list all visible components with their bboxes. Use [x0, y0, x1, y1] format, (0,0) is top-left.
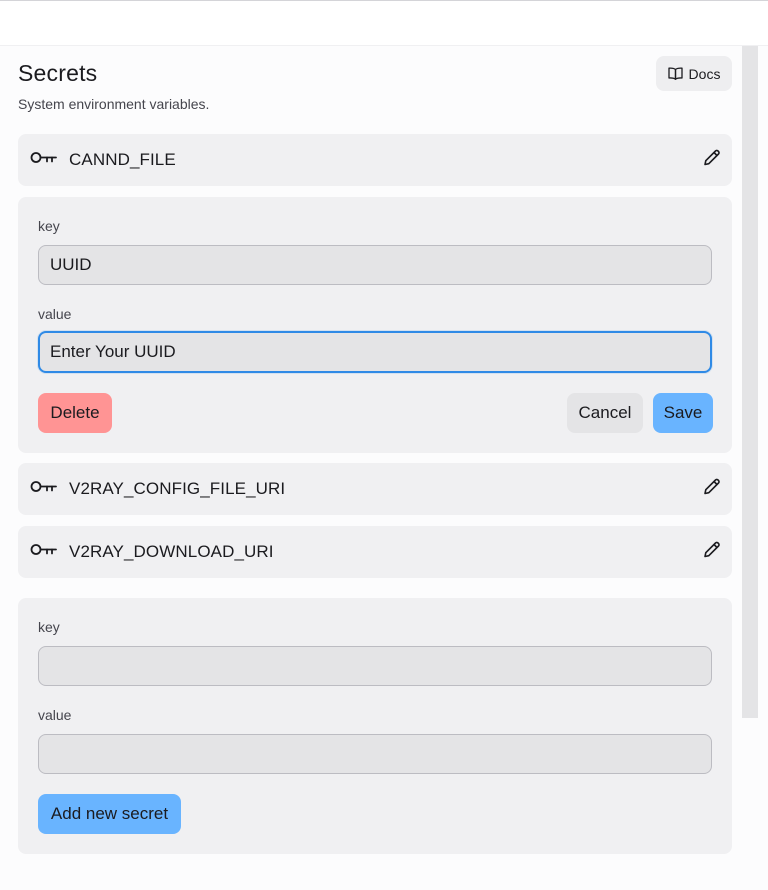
pencil-icon[interactable] [702, 477, 722, 502]
page-title: Secrets [18, 60, 98, 86]
secret-row[interactable]: V2RAY_CONFIG_FILE_URI [18, 463, 732, 515]
delete-button[interactable]: Delete [38, 393, 112, 433]
key-icon [30, 543, 58, 562]
value-input[interactable] [38, 331, 712, 373]
new-value-input[interactable] [38, 734, 712, 774]
top-bar [0, 0, 768, 46]
pencil-icon[interactable] [702, 540, 722, 565]
book-open-icon [667, 67, 683, 80]
new-key-label: key [38, 619, 60, 635]
save-button[interactable]: Save [653, 393, 713, 433]
value-label: value [38, 306, 72, 322]
add-secret-button[interactable]: Add new secret [38, 794, 181, 834]
secret-name: CANND_FILE [69, 150, 176, 169]
key-label: key [38, 218, 60, 234]
new-key-input[interactable] [38, 646, 712, 686]
new-value-label: value [38, 707, 72, 723]
key-icon [30, 151, 58, 170]
key-icon [30, 480, 58, 499]
edit-secret-form: key value Delete Cancel Save [18, 197, 732, 453]
pencil-icon[interactable] [702, 148, 722, 173]
docs-button[interactable]: Docs [656, 56, 732, 91]
secret-name: V2RAY_DOWNLOAD_URI [69, 542, 274, 561]
docs-label: Docs [688, 65, 721, 82]
page-subtitle: System environment variables. [18, 96, 210, 112]
secret-row[interactable]: V2RAY_DOWNLOAD_URI [18, 526, 732, 578]
secret-name: V2RAY_CONFIG_FILE_URI [69, 479, 286, 498]
key-input[interactable] [38, 245, 712, 285]
new-secret-form: key value Add new secret [18, 598, 732, 854]
secret-row[interactable]: CANND_FILE [18, 134, 732, 186]
scrollbar[interactable] [742, 46, 758, 718]
cancel-button[interactable]: Cancel [567, 393, 643, 433]
